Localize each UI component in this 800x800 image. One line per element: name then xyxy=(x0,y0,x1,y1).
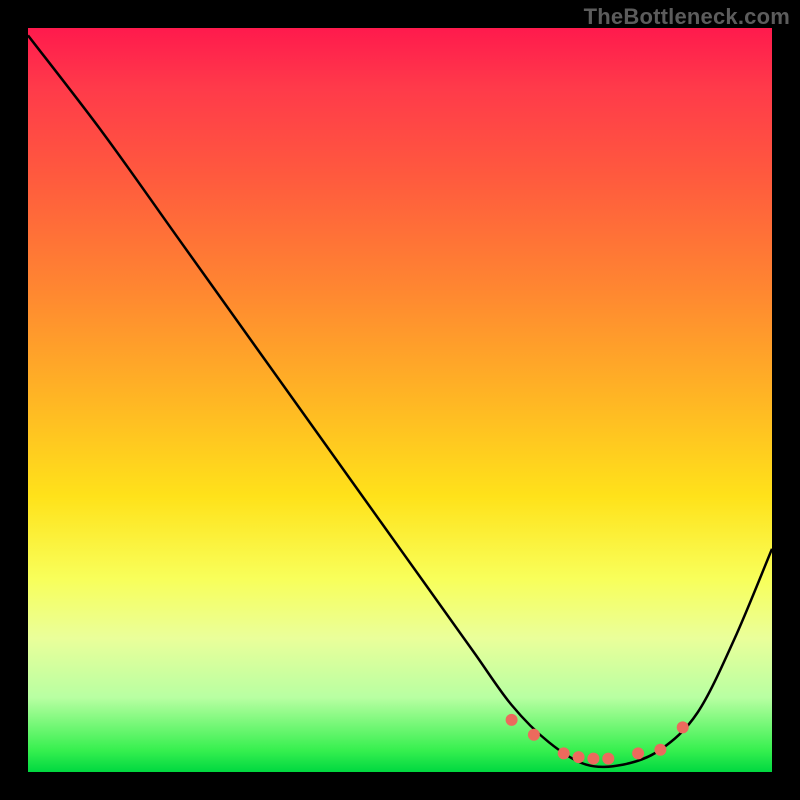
marker-dot xyxy=(677,721,689,733)
marker-dot xyxy=(573,751,585,763)
marker-dot xyxy=(506,714,518,726)
marker-dot xyxy=(654,744,666,756)
marker-dot xyxy=(602,753,614,765)
marker-dot xyxy=(528,729,540,741)
marker-dot xyxy=(632,747,644,759)
plot-area xyxy=(28,28,772,772)
bottleneck-curve xyxy=(28,35,772,767)
chart-frame: TheBottleneck.com xyxy=(0,0,800,800)
marker-group xyxy=(506,714,689,765)
watermark-text: TheBottleneck.com xyxy=(584,4,790,30)
curve-layer xyxy=(28,28,772,772)
marker-dot xyxy=(587,753,599,765)
marker-dot xyxy=(558,747,570,759)
